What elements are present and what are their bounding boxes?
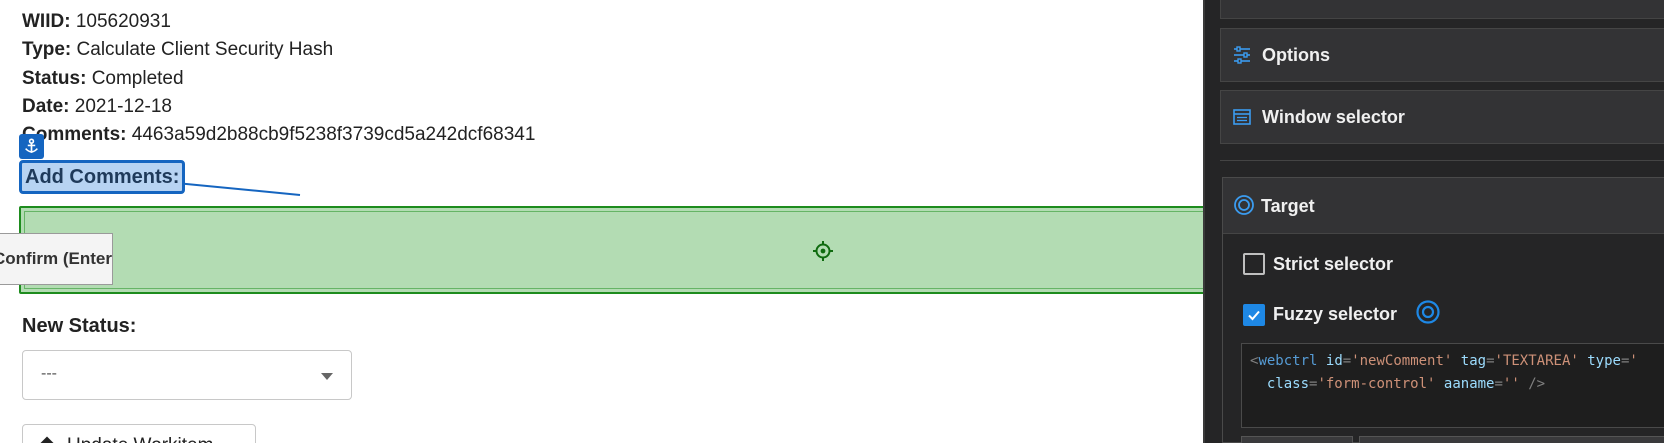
new-status-label: New Status: — [22, 315, 137, 337]
new-status-selected-value: --- — [41, 365, 57, 382]
chevron-down-icon — [321, 373, 333, 380]
selector-panel: Options Window selector Target Strict se… — [1203, 0, 1664, 443]
anchor-icon[interactable] — [19, 134, 44, 159]
confirm-tooltip[interactable]: Confirm (Enter) — [0, 233, 113, 285]
panel-bottom-button-right[interactable] — [1359, 436, 1664, 443]
window-selector-section-header[interactable]: Window selector — [1220, 90, 1664, 144]
target-section-header[interactable]: Target — [1223, 178, 1664, 234]
pencil-icon — [38, 436, 56, 443]
target-inner-border — [24, 211, 1214, 289]
new-status-select[interactable]: --- — [22, 350, 352, 400]
update-workitem-button[interactable]: Update Workitem — [22, 424, 256, 443]
update-workitem-label: Update Workitem — [67, 435, 213, 443]
panel-top-header — [1220, 0, 1664, 19]
panel-bottom-buttons — [1241, 436, 1664, 443]
code-tag: webctrl — [1258, 353, 1318, 369]
sliders-icon — [1232, 45, 1252, 70]
window-selector-label: Window selector — [1262, 107, 1405, 127]
options-label: Options — [1262, 45, 1330, 65]
strict-selector-option[interactable]: Strict selector — [1243, 253, 1393, 275]
target-label: Target — [1261, 196, 1315, 216]
fuzzy-selector-label: Fuzzy selector — [1273, 304, 1398, 324]
crosshair-icon — [813, 241, 833, 261]
panel-bottom-button-left[interactable] — [1241, 436, 1353, 443]
checkmark-icon — [1248, 310, 1260, 320]
fuzzy-selector-checkbox[interactable] — [1243, 303, 1265, 326]
options-section-header[interactable]: Options — [1220, 28, 1664, 82]
target-icon — [1233, 194, 1255, 221]
window-icon — [1232, 107, 1252, 132]
add-comments-label[interactable]: Add Comments: — [19, 160, 186, 194]
strict-selector-label: Strict selector — [1273, 253, 1394, 274]
fuzzy-selector-option[interactable]: Fuzzy selector — [1243, 299, 1441, 330]
selector-code-editor[interactable]: <webctrl id='newComment' tag='TEXTAREA' … — [1241, 343, 1664, 428]
fuzzy-target-icon[interactable] — [1415, 299, 1441, 330]
strict-selector-checkbox[interactable] — [1243, 253, 1265, 275]
panel-divider — [1220, 160, 1664, 161]
comment-textarea-target[interactable] — [19, 206, 1219, 294]
target-section: Target Strict selector Fuzzy selector <w… — [1222, 177, 1664, 443]
